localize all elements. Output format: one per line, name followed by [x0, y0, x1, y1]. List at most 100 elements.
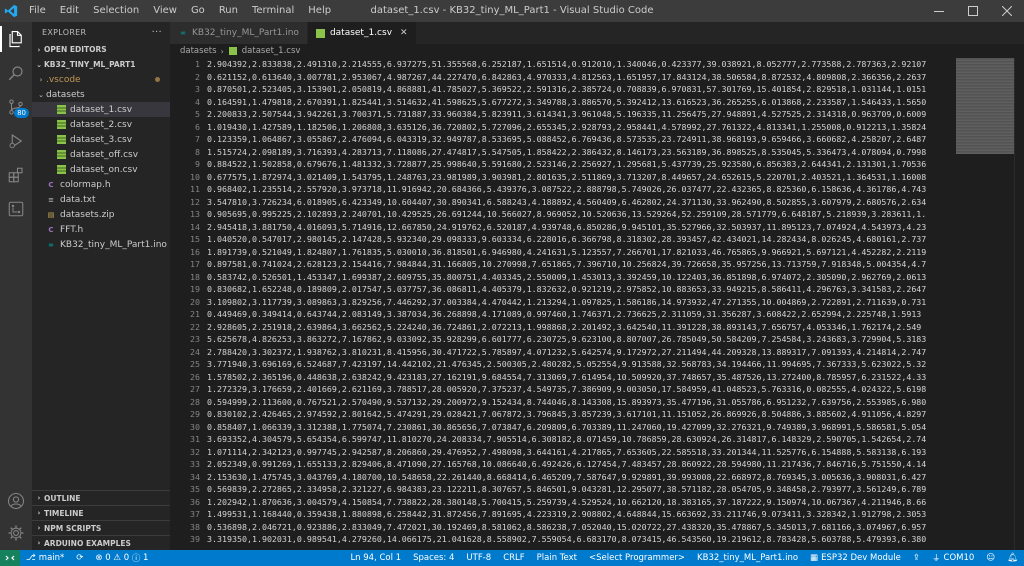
timeline-section[interactable]: › TIMELINE	[32, 505, 170, 520]
code-line: 24 2.788420,3.302372,1.938762,3.810231,8.…	[170, 346, 956, 359]
minimize-icon[interactable]	[922, 0, 956, 22]
line-number: 38	[190, 521, 200, 532]
tree-item[interactable]: dataset_off.csv	[32, 147, 170, 162]
timeline-label: TIMELINE	[44, 508, 84, 518]
breadcrumb-file[interactable]: dataset_1.csv	[242, 46, 301, 56]
tree-item[interactable]: ∞ KB32_tiny_ML_Part1.ino	[32, 237, 170, 252]
tree-item[interactable]: dataset_1.csv	[32, 102, 170, 117]
git-branch[interactable]: ⎇ main*	[20, 550, 70, 566]
tree-item[interactable]: C FFT.h	[32, 222, 170, 237]
open-editors-section[interactable]: › OPEN EDITORS	[32, 42, 170, 57]
npm-scripts-section[interactable]: › NPM SCRIPTS	[32, 520, 170, 535]
code-line: 21 0.449469,0.349414,0.643744,2.083149,3.…	[170, 308, 956, 321]
status-bar: ⎇ main* ⟳ ⊗ 0 ⚠ 0 ⓘ 1 Ln 94, Col 1 Space…	[0, 550, 1024, 566]
chevron-right-icon: ›	[37, 524, 41, 532]
menu-file[interactable]: File	[22, 0, 53, 22]
breadcrumb-folder[interactable]: datasets	[180, 46, 217, 56]
sketch-file[interactable]: KB32_tiny_ML_Part1.ino	[691, 550, 804, 566]
project-section[interactable]: ⌄ KB32_TINY_ML_PART1	[32, 57, 170, 72]
problems-indicator[interactable]: ⊗ 0 ⚠ 0 ⓘ 1	[89, 550, 154, 566]
extensions-icon[interactable]	[0, 158, 32, 192]
search-icon[interactable]	[0, 56, 32, 90]
end-of-line[interactable]: CRLF	[497, 550, 530, 566]
title-bar: File Edit Selection View Go Run Terminal…	[0, 0, 1024, 22]
code-line: 7 0.123359,1.064867,3.055867,2.476094,6.0…	[170, 133, 956, 146]
editor-scrollbar[interactable]	[1014, 58, 1024, 550]
close-icon[interactable]	[990, 0, 1024, 22]
tree-item[interactable]: dataset_3.csv	[32, 132, 170, 147]
line-number: 21	[190, 309, 200, 319]
line-number: 34	[190, 471, 200, 482]
line-content: 0.583742,0.526501,1.453347,1.699387,2.60…	[207, 271, 927, 282]
source-control-icon[interactable]: 80	[0, 90, 32, 124]
menu-run[interactable]: Run	[212, 0, 245, 22]
tree-item-label: .vscode	[46, 74, 81, 85]
board-select[interactable]: ▦ ESP32 Dev Module	[804, 550, 907, 566]
tree-item[interactable]: Ccolormap.h	[32, 177, 170, 192]
arduino-examples-label: ARDUINO EXAMPLES	[44, 538, 131, 548]
run-debug-icon[interactable]	[0, 124, 32, 158]
close-icon[interactable]: ✕	[400, 28, 408, 38]
code-line: 35 0.569839,2.272865,2.334958,2.321227,6.…	[170, 483, 956, 496]
feedback-icon[interactable]: ☺	[980, 550, 1001, 566]
code-line: 12 3.547810,3.726234,6.018905,6.423349,10…	[170, 196, 956, 209]
maximize-icon[interactable]	[956, 0, 990, 22]
line-content: 0.968402,1.235514,2.557920,3.973718,11.9…	[207, 184, 927, 194]
menu-selection[interactable]: Selection	[86, 0, 146, 22]
line-number: 19	[190, 284, 200, 294]
language-mode[interactable]: Plain Text	[531, 550, 583, 566]
tree-item[interactable]: ⌄ datasets	[32, 87, 170, 102]
remote-indicator-icon[interactable]	[0, 550, 20, 566]
accounts-icon[interactable]	[0, 484, 32, 518]
indentation[interactable]: Spaces: 4	[407, 550, 460, 566]
tree-item[interactable]: › .vscode	[32, 72, 170, 87]
tab-ino-file[interactable]: ∞ KB32_tiny_ML_Part1.ino	[170, 22, 308, 44]
vscode-logo-icon	[0, 0, 22, 22]
file-tree: › .vscode ⌄ datasets dataset_1.csv dataset_2.…	[32, 72, 170, 252]
menu-edit[interactable]: Edit	[53, 0, 86, 22]
explorer-header: EXPLORER ···	[32, 22, 170, 42]
cursor-position[interactable]: Ln 94, Col 1	[344, 550, 407, 566]
tree-item-label: datasets.zip	[60, 209, 115, 220]
chevron-right-icon: ›	[37, 494, 41, 502]
tree-item[interactable]: dataset_on.csv	[32, 162, 170, 177]
line-content: 1.515724,2.098189,3.716393,4.283713,7.11…	[207, 146, 927, 157]
more-actions-icon[interactable]: ···	[152, 27, 162, 38]
line-content: 1.578502,2.365196,0.448638,2.638242,9.42…	[207, 371, 927, 382]
code-editor[interactable]: 1 2.904392,2.833838,2.491310,2.214555,6.9…	[170, 58, 956, 550]
arduino-file-icon: ∞	[48, 240, 54, 249]
line-content: 1.071114,2.342123,0.997745,2.942587,8.20…	[207, 446, 927, 457]
code-line: 22 2.928605,2.251918,2.639864,3.662562,5.…	[170, 321, 956, 334]
menu-help[interactable]: Help	[301, 0, 338, 22]
line-number: 37	[190, 509, 200, 519]
tab-dataset-1-csv[interactable]: dataset_1.csv ✕	[307, 22, 417, 44]
tree-item[interactable]: dataset_2.csv	[32, 117, 170, 132]
serial-port-select[interactable]: ⏚ COM10	[926, 550, 980, 566]
menu-terminal[interactable]: Terminal	[245, 0, 301, 22]
arduino-examples-section[interactable]: › ARDUINO EXAMPLES	[32, 535, 170, 550]
code-line: 33 2.052349,0.991269,1.655133,2.829406,8.…	[170, 458, 956, 471]
outline-section[interactable]: › OUTLINE	[32, 490, 170, 505]
upload-icon[interactable]: ⇪	[907, 550, 926, 566]
board-icon: ▦	[810, 553, 819, 563]
line-number: 27	[190, 384, 200, 394]
tree-item[interactable]: ≡ data.txt	[32, 192, 170, 207]
line-number: 35	[190, 484, 200, 494]
line-content: 0.621152,0.613640,3.007781,2.953067,4.98…	[207, 71, 927, 82]
menu-go[interactable]: Go	[184, 0, 212, 22]
menu-view[interactable]: View	[146, 0, 184, 22]
tree-item[interactable]: ▤ datasets.zip	[32, 207, 170, 222]
notifications-bell-icon[interactable]: 🔔︎	[1001, 550, 1024, 566]
line-number: 2	[195, 71, 200, 82]
sync-icon[interactable]: ⟳	[70, 550, 89, 566]
line-content: 1.202942,1.870636,3.004579,4.150854,7.73…	[207, 496, 927, 507]
settings-gear-icon[interactable]	[0, 516, 32, 550]
code-line: 3 0.870501,2.523405,3.153901,2.050819,4.8…	[170, 83, 956, 96]
minimap-slider[interactable]	[956, 58, 1014, 154]
explorer-icon[interactable]	[0, 22, 32, 56]
zip-file-icon: ▤	[47, 210, 55, 219]
code-line: 14 2.945418,3.881750,4.016093,5.714916,12…	[170, 221, 956, 234]
remote-explorer-icon[interactable]	[0, 192, 32, 226]
programmer-select[interactable]: <Select Programmer>	[583, 550, 691, 566]
encoding[interactable]: UTF-8	[460, 550, 497, 566]
